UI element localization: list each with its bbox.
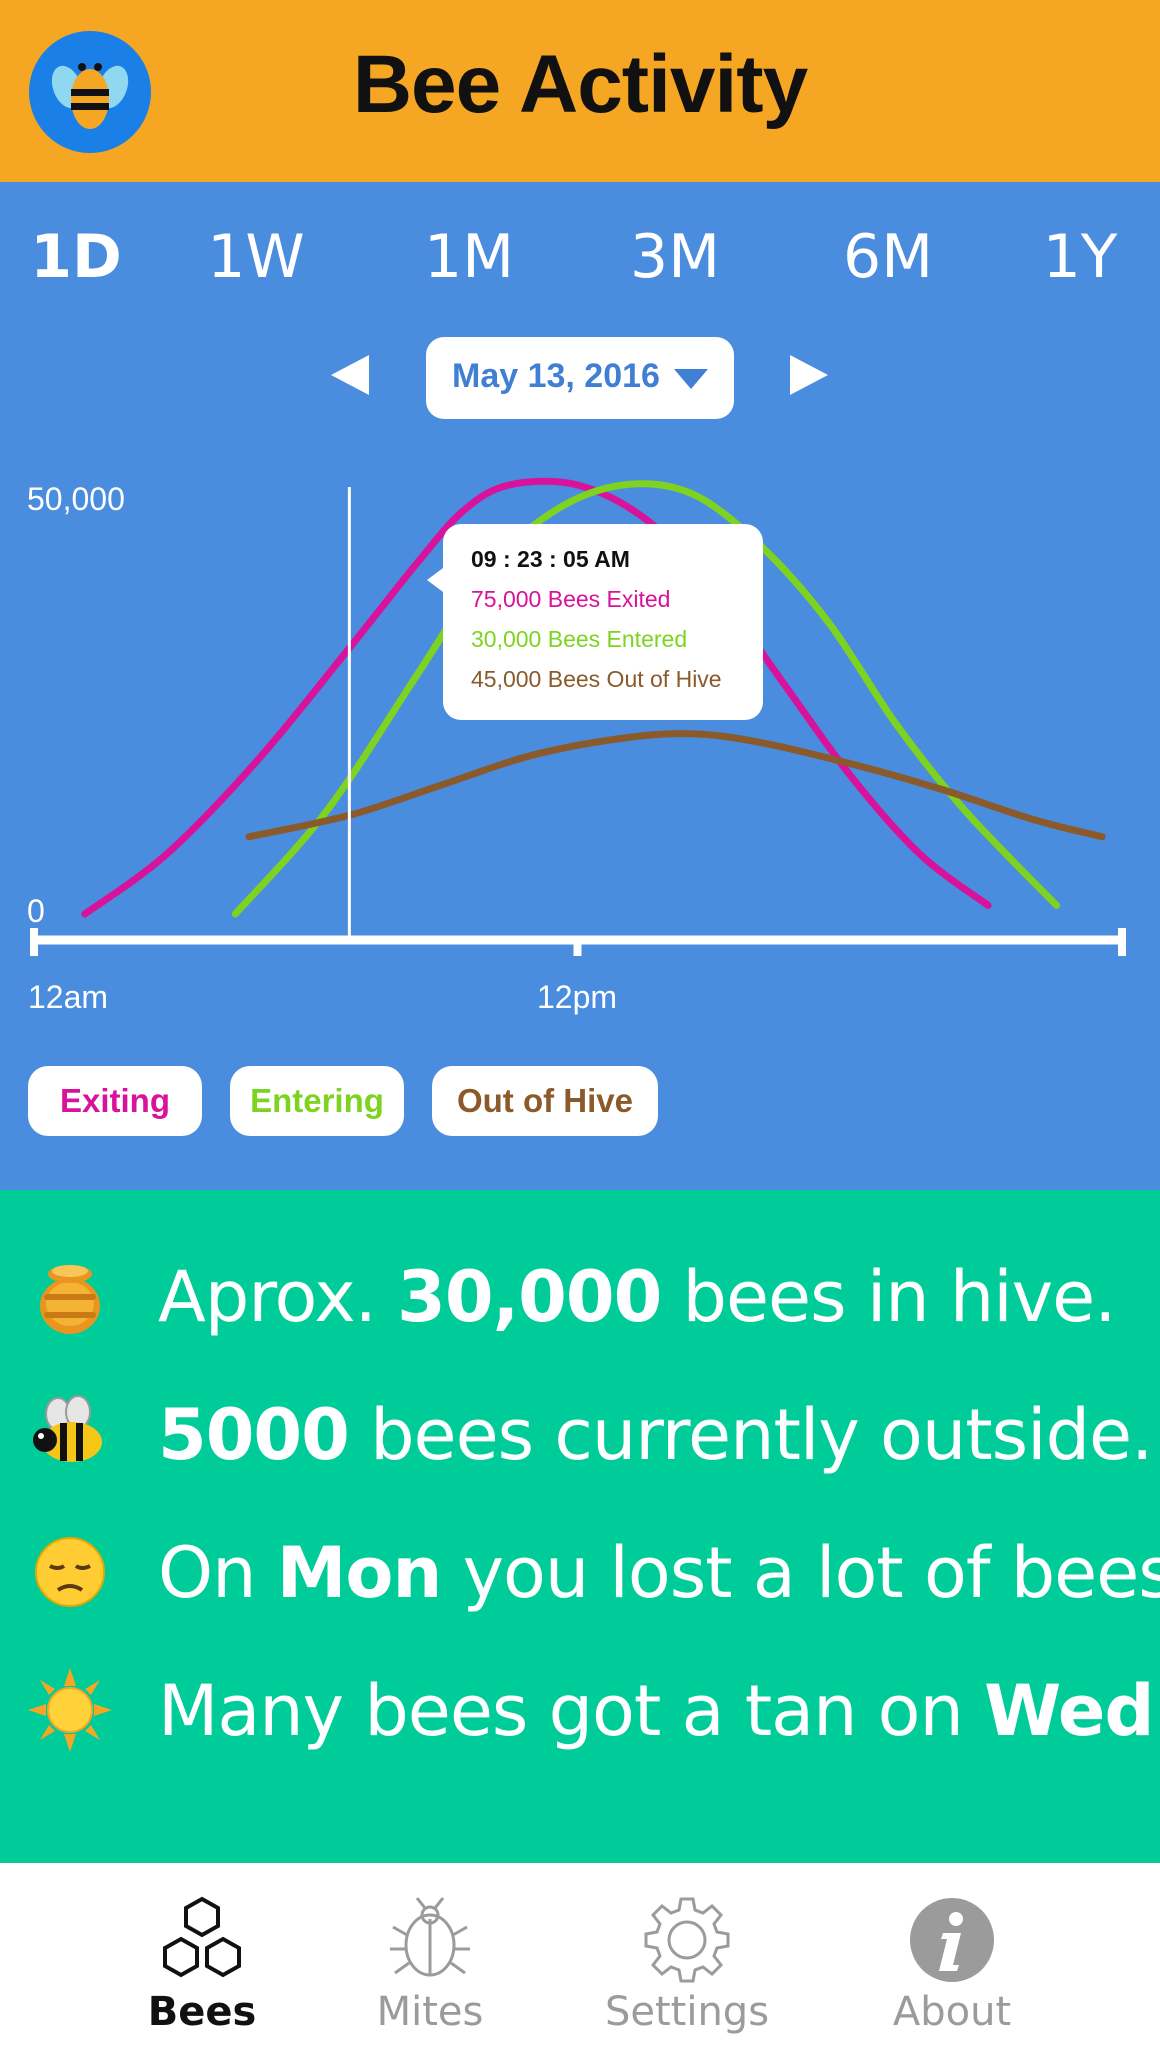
page-title: Bee Activity bbox=[352, 39, 808, 130]
tab-mites[interactable]: Mites bbox=[330, 1863, 530, 2063]
tab-label: Bees bbox=[147, 1989, 257, 2035]
tab-label: Settings bbox=[604, 1989, 770, 2035]
insight-text: On Mon you lost a lot of bees. bbox=[158, 1532, 1160, 1614]
insights-panel: Aprox. 30,000 bees in hive. 5000 bees cu… bbox=[0, 1190, 1160, 1863]
bottom-tab-bar: Bees Mites Settings About bbox=[0, 1863, 1160, 2063]
legend-entering-toggle[interactable]: Entering bbox=[230, 1066, 404, 1136]
tab-label: About bbox=[892, 1989, 1012, 2035]
gear-icon bbox=[644, 1897, 730, 1983]
tab-about[interactable]: About bbox=[852, 1863, 1052, 2063]
legend-exiting-toggle[interactable]: Exiting bbox=[28, 1066, 202, 1136]
insight-row: 5000 bees currently outside. bbox=[0, 1380, 1160, 1490]
tab-label: Mites bbox=[376, 1989, 484, 2035]
app-header: Bee Activity bbox=[0, 0, 1160, 182]
chart-panel: 1D 1W 1M 3M 6M 1Y May 13, 2016 50,000 0 … bbox=[0, 182, 1160, 1190]
x-tick-label: 12pm bbox=[537, 979, 617, 1015]
tooltip-entered: 30,000 Bees Entered bbox=[471, 626, 688, 652]
insight-row: Aprox. 30,000 bees in hive. bbox=[0, 1242, 1160, 1352]
mite-icon bbox=[390, 1897, 470, 1977]
honey-pot-icon bbox=[40, 1265, 100, 1334]
insight-text: Many bees got a tan on Wed. bbox=[158, 1670, 1160, 1752]
insight-text: 5000 bees currently outside. bbox=[158, 1394, 1153, 1476]
tooltip-out-of-hive: 45,000 Bees Out of Hive bbox=[471, 666, 722, 692]
chart-tooltip: 09 : 23 : 05 AM 75,000 Bees Exited 30,00… bbox=[427, 524, 763, 720]
insight-text: Aprox. 30,000 bees in hive. bbox=[158, 1256, 1116, 1338]
tooltip-exited: 75,000 Bees Exited bbox=[471, 586, 671, 612]
info-icon bbox=[910, 1898, 994, 1982]
legend-out-of-hive-toggle[interactable]: Out of Hive bbox=[432, 1066, 658, 1136]
insight-row: On Mon you lost a lot of bees. bbox=[0, 1518, 1160, 1628]
y-tick-label: 0 bbox=[27, 893, 45, 929]
x-tick-label: 12am bbox=[28, 979, 108, 1015]
bee-icon bbox=[33, 1395, 102, 1462]
insight-row: Many bees got a tan on Wed. bbox=[0, 1656, 1160, 1766]
sun-icon bbox=[28, 1668, 112, 1752]
tab-bees[interactable]: Bees bbox=[102, 1863, 302, 2063]
y-tick-label: 50,000 bbox=[27, 481, 125, 517]
hexagons-icon bbox=[163, 1896, 241, 1978]
tab-settings[interactable]: Settings bbox=[587, 1863, 787, 2063]
sad-face-icon bbox=[35, 1537, 105, 1607]
tooltip-time: 09 : 23 : 05 AM bbox=[471, 546, 630, 572]
